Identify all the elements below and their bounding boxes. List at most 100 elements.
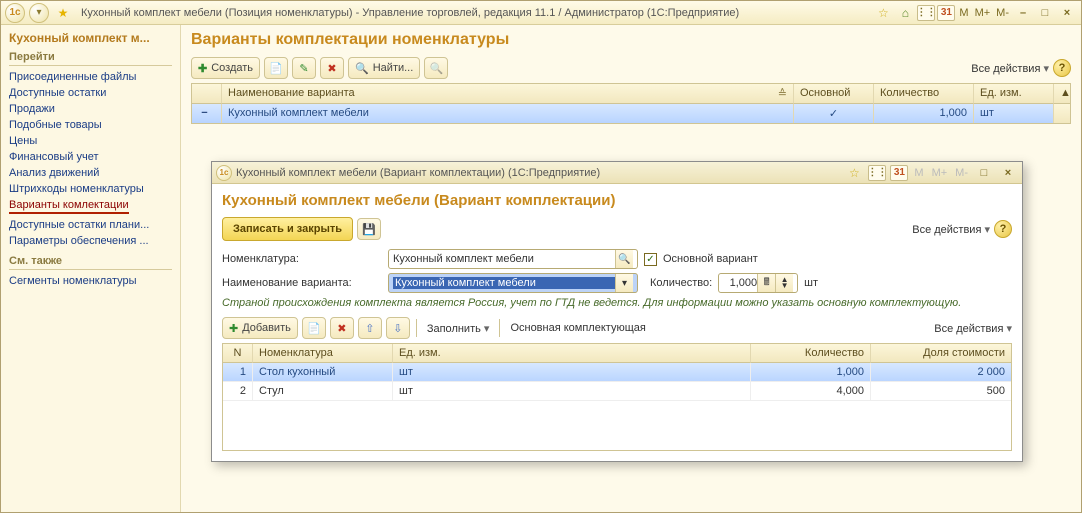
ig-col-unit[interactable]: Ед. изм. (393, 344, 751, 363)
delete-button[interactable]: ✖ (320, 57, 344, 79)
minimize-button[interactable]: – (1013, 7, 1033, 19)
grid-col-unit[interactable]: Ед. изм. (974, 84, 1054, 104)
find-label: Найти... (373, 62, 414, 74)
ig-cell-share: 500 (871, 382, 1011, 401)
dialog-toolbar: Записать и закрыть 💾 Все действия ? (222, 215, 1012, 245)
search-clear-icon: 🔍 (429, 62, 443, 75)
dialog-calendar-icon[interactable]: 31 (890, 165, 908, 181)
edit-button[interactable]: ✎ (292, 57, 316, 79)
lbl-nomenclature: Номенклатура: (222, 253, 382, 265)
copy-row-button[interactable]: 📄 (302, 317, 326, 339)
dialog-close-button[interactable]: × (998, 167, 1018, 179)
create-button[interactable]: ✚ Создать (191, 57, 260, 79)
quantity-value: 1,000 (723, 277, 757, 289)
sidebar-item-segments[interactable]: Сегменты номенклатуры (9, 273, 172, 289)
sidebar-item-barcodes[interactable]: Штрихкоды номенклатуры (9, 181, 172, 197)
move-down-button[interactable]: ⇩ (386, 317, 410, 339)
save-button[interactable]: 💾 (357, 218, 381, 240)
nomenclature-input[interactable]: Кухонный комплект мебели 🔍 (388, 249, 638, 269)
sidebar-item-sales[interactable]: Продажи (9, 101, 172, 117)
copy-button[interactable]: 📄 (264, 57, 288, 79)
close-button[interactable]: × (1057, 7, 1077, 19)
sidebar-item-available-stock[interactable]: Доступные остатки (9, 85, 172, 101)
main-component-button[interactable]: Основная комплектующая (510, 322, 645, 334)
ig-cell-qty: 4,000 (751, 382, 871, 401)
nomenclature-value: Кухонный комплект мебели (393, 253, 615, 265)
sidebar-item-supply-params[interactable]: Параметры обеспечения ... (9, 233, 172, 249)
grid-col-main[interactable]: Основной (794, 84, 874, 104)
plus-circle-icon: ✚ (229, 322, 238, 335)
grid-scroll-marker (1054, 104, 1070, 123)
move-up-button[interactable]: ⇧ (358, 317, 382, 339)
memory-mminus-button[interactable]: M- (994, 7, 1011, 19)
grid-col-name[interactable]: Наименование варианта ≙ (222, 84, 794, 104)
ig-cell-nomen: Стул (253, 382, 393, 401)
fill-menu[interactable]: Заполнить (427, 322, 490, 335)
sidebar-item-variants[interactable]: Варианты комлектации (9, 197, 129, 214)
add-row-button[interactable]: ✚ Добавить (222, 317, 298, 339)
find-button[interactable]: 🔍 Найти... (348, 57, 420, 79)
dialog-mplus: M+ (930, 167, 950, 179)
dropdown-icon[interactable]: ▾ (615, 274, 633, 292)
grid-cell-main: ✓ (794, 104, 874, 123)
nav-back-button[interactable]: ▾ (29, 3, 49, 23)
ig-col-n[interactable]: N (223, 344, 253, 363)
grid-cell-unit: шт (974, 104, 1054, 123)
dialog-calc-icon[interactable]: ⋮⋮ (868, 165, 886, 181)
memory-mplus-button[interactable]: M+ (973, 7, 993, 19)
tree-collapse-icon[interactable]: − (201, 107, 207, 119)
clear-find-button[interactable]: 🔍 (424, 57, 448, 79)
dialog-all-actions[interactable]: Все действия (912, 223, 990, 236)
plus-icon: ✚ (198, 62, 207, 75)
components-grid: N Номенклатура Ед. изм. Количество Доля … (222, 343, 1012, 451)
grid-row[interactable]: − Кухонный комплект мебели ✓ 1,000 шт (192, 104, 1070, 123)
components-row[interactable]: 1 Стол кухонный шт 1,000 2 000 (223, 363, 1011, 382)
quantity-input[interactable]: 1,000 🖩 ▲▼ (718, 273, 798, 293)
sidebar-item-similar[interactable]: Подобные товары (9, 117, 172, 133)
sidebar-item-attached-files[interactable]: Присоединенные файлы (9, 69, 172, 85)
dialog-help-button[interactable]: ? (994, 220, 1012, 238)
stepper-icon[interactable]: ▲▼ (775, 274, 793, 292)
pencil-icon: ✎ (299, 62, 308, 75)
diskette-icon: 💾 (362, 223, 376, 236)
sidebar: Кухонный комплект м... Перейти Присоедин… (1, 25, 181, 512)
ig-col-share[interactable]: Доля стоимости (871, 344, 1011, 363)
calculator-open-icon[interactable]: 🖩 (757, 274, 775, 292)
delete-row-icon: ✖ (337, 322, 346, 335)
components-all-actions[interactable]: Все действия (934, 322, 1012, 335)
dialog-mminus: M- (953, 167, 970, 179)
sidebar-item-planned-stock[interactable]: Доступные остатки плани... (9, 217, 172, 233)
grid-col-qty[interactable]: Количество (874, 84, 974, 104)
variant-name-input[interactable]: Кухонный комплект мебели ▾ (388, 273, 638, 293)
favorite-star-icon[interactable]: ★ (53, 4, 73, 22)
help-button[interactable]: ? (1053, 59, 1071, 77)
dialog-restore-button[interactable]: □ (974, 167, 994, 179)
components-toolbar: ✚ Добавить 📄 ✖ ⇧ ⇩ Заполнить Основная ко… (222, 315, 1012, 343)
arrow-up-icon: ⇧ (365, 322, 374, 335)
ig-col-qty[interactable]: Количество (751, 344, 871, 363)
toolbar-separator-2 (499, 319, 500, 337)
add-label: Добавить (242, 322, 291, 334)
favorite-star-small-icon[interactable]: ☆ (873, 4, 893, 22)
all-actions-menu[interactable]: Все действия (971, 62, 1049, 75)
lookup-icon[interactable]: 🔍 (615, 250, 633, 268)
calculator-icon[interactable]: ⋮⋮ (917, 5, 935, 21)
sidebar-item-finaccount[interactable]: Финансовый учет (9, 149, 172, 165)
main-variant-label: Основной вариант (663, 253, 758, 265)
sidebar-title: Кухонный комплект м... (9, 31, 172, 45)
maximize-button[interactable]: □ (1035, 7, 1055, 19)
main-variant-checkbox[interactable]: ✓ (644, 253, 657, 266)
sidebar-item-prices[interactable]: Цены (9, 133, 172, 149)
dialog-titlebar[interactable]: 1c Кухонный комплект мебели (Вариант ком… (212, 162, 1022, 184)
search-icon: 🔍 (355, 62, 369, 75)
ig-col-nomen[interactable]: Номенклатура (253, 344, 393, 363)
components-row[interactable]: 2 Стул шт 4,000 500 (223, 382, 1011, 401)
sidebar-item-movements[interactable]: Анализ движений (9, 165, 172, 181)
memory-m-button[interactable]: M (957, 7, 970, 19)
sidebar-group-goto: Перейти (9, 51, 172, 66)
save-close-button[interactable]: Записать и закрыть (222, 217, 353, 241)
dialog-star-icon[interactable]: ☆ (844, 164, 864, 182)
delete-row-button[interactable]: ✖ (330, 317, 354, 339)
house-icon[interactable]: ⌂ (895, 4, 915, 22)
calendar-icon[interactable]: 31 (937, 5, 955, 21)
